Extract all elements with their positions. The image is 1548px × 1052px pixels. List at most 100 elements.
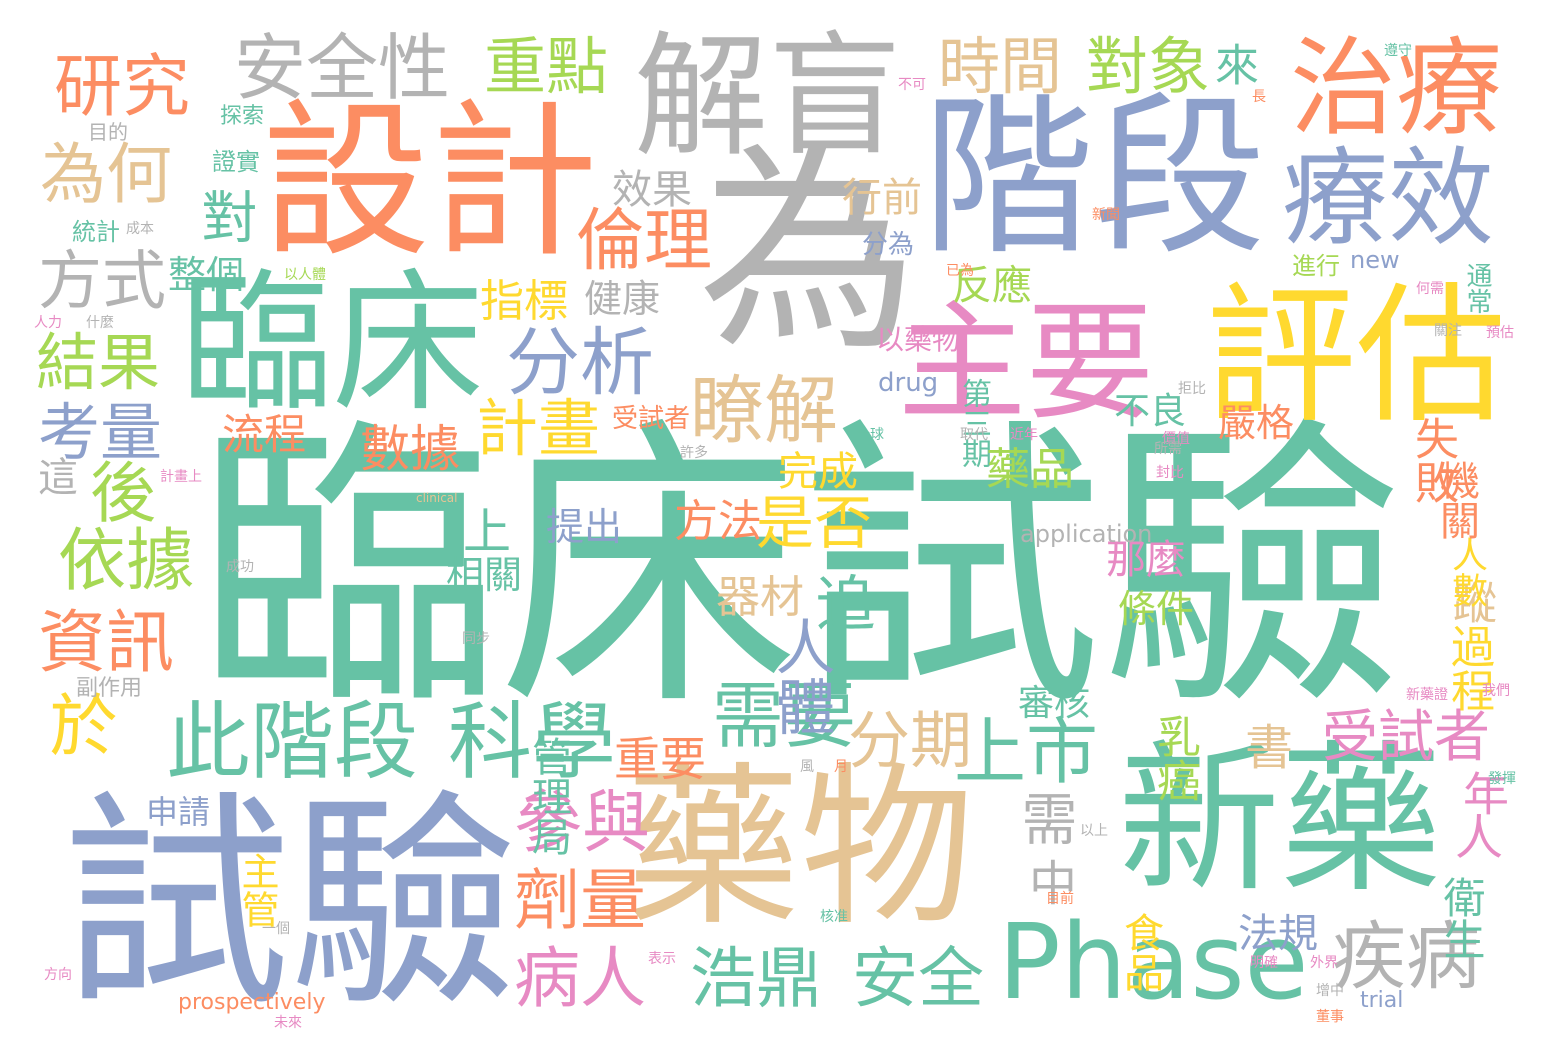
word-療效: 療效 bbox=[1282, 137, 1494, 260]
word-相關: 相關 bbox=[446, 553, 523, 597]
word-new: new bbox=[1350, 246, 1400, 274]
word-人數: application bbox=[1020, 520, 1153, 548]
word-新聞: 封比 bbox=[1156, 465, 1184, 481]
word-重點: 重點 bbox=[484, 30, 609, 103]
word-發揮: 明確 bbox=[1250, 955, 1278, 971]
word-trial: prospectively bbox=[178, 990, 326, 1015]
word-cloud: 臨床試驗 試驗 藥物 新藥 為 階段 設計 臨床 解盲 主要 評估 Phase … bbox=[0, 0, 1548, 1052]
word-指標: 指標 bbox=[480, 276, 568, 327]
word-條件: 條件 bbox=[1118, 587, 1195, 631]
word-蹤: 人數 bbox=[1446, 536, 1487, 608]
word-結果: 結果 bbox=[36, 326, 161, 399]
word-安全: 安全 bbox=[852, 940, 984, 1017]
word-於: 後 bbox=[79, 458, 156, 524]
word-藥品: 藥品 bbox=[986, 444, 1074, 495]
word-審核: 審核 bbox=[1018, 683, 1091, 724]
word-瞭解: 瞭解 bbox=[690, 368, 838, 454]
word-劑量: 劑量 bbox=[514, 862, 646, 939]
word-成本: 核准 bbox=[820, 909, 848, 925]
word-方法: 方法 bbox=[674, 496, 762, 547]
word-何需: 已為 bbox=[946, 263, 974, 279]
word-失敗: 失敗 bbox=[1407, 416, 1458, 504]
word-prospectively: clinical bbox=[416, 491, 458, 505]
word-數據: 數據 bbox=[360, 420, 460, 478]
word-來: 上 bbox=[454, 506, 510, 554]
word-完成: 完成 bbox=[778, 449, 858, 495]
word-目前: 以上 bbox=[1080, 823, 1108, 839]
word-考量: 考量 bbox=[38, 396, 163, 469]
word-成功: 取代 bbox=[960, 427, 988, 443]
word-整個: 整個 bbox=[168, 253, 245, 297]
word-進行: 進行 bbox=[1292, 252, 1340, 280]
word-食品: 食品 bbox=[1117, 912, 1163, 992]
word-目的: 目的 bbox=[88, 120, 128, 144]
word-近年: 全球 bbox=[856, 427, 884, 443]
word-不可: 關注 bbox=[1434, 323, 1462, 339]
word-設計: 設計 bbox=[262, 84, 598, 280]
word-一個: 風 bbox=[800, 759, 814, 775]
word-乳癌: 乳癌 bbox=[1149, 714, 1200, 802]
word-月: 方向 bbox=[44, 967, 72, 983]
word-倫理: 倫理 bbox=[576, 202, 713, 281]
word-提出: 提出 bbox=[546, 505, 623, 549]
word-遵守: 不可 bbox=[898, 77, 926, 93]
word-器材: 器材 bbox=[716, 572, 804, 623]
word-解盲: 解盲 bbox=[634, 19, 903, 175]
word-外界: 董事 bbox=[1316, 1009, 1344, 1025]
word-管理局: 管理局 bbox=[525, 736, 571, 856]
word-董事: 增中 bbox=[1316, 983, 1344, 999]
word-資訊: 資訊 bbox=[38, 604, 175, 683]
word-對象: 對象 bbox=[1086, 30, 1211, 103]
word-階段: 階段 bbox=[922, 77, 1266, 278]
word-後: 對 bbox=[192, 188, 257, 244]
word-時間: 時間 bbox=[938, 30, 1063, 103]
word-方式: 方式 bbox=[38, 245, 166, 319]
word-增中: 一個 bbox=[262, 921, 290, 937]
word-第三期: 第三期 bbox=[956, 378, 991, 468]
word-全球: 許多 bbox=[680, 445, 708, 461]
word-上市: 上市 bbox=[954, 710, 1099, 794]
word-已為: 新聞 bbox=[1092, 207, 1120, 223]
word-長: 遵守 bbox=[1384, 43, 1412, 59]
word-人體: 人體 bbox=[765, 616, 835, 736]
word-受試者-small: 受試者 bbox=[612, 404, 691, 434]
word-副作用: 副作用 bbox=[76, 676, 143, 701]
word-病人: 病人 bbox=[514, 940, 646, 1017]
word-新藥證: 未來 bbox=[274, 1015, 302, 1031]
word-探索: 探索 bbox=[220, 104, 265, 129]
word-健康: 健康 bbox=[584, 277, 661, 321]
word-追: 這 bbox=[31, 456, 77, 496]
word-嚴格: 嚴格 bbox=[1218, 401, 1295, 445]
word-計畫上: 以人體 bbox=[284, 267, 326, 283]
word-分期: 分期 bbox=[848, 704, 973, 777]
word-浩鼎: 浩鼎 bbox=[690, 940, 822, 1017]
word-什麼: 長 bbox=[1252, 89, 1266, 105]
word-上: 追 bbox=[805, 572, 875, 632]
word-風: 月 bbox=[834, 759, 848, 775]
word-不良: 不良 bbox=[1114, 391, 1187, 432]
word-通常: 通常 bbox=[1462, 262, 1492, 314]
word-依據: 依據 bbox=[58, 522, 195, 601]
word-clinical: 成功 bbox=[226, 559, 254, 575]
word-中: 需 bbox=[1012, 790, 1077, 846]
word-預估: 拒比 bbox=[1178, 381, 1206, 397]
word-試驗: 試驗 bbox=[62, 771, 518, 1037]
word-以藥物: 以藥物 bbox=[876, 323, 961, 356]
word-研究: 研究 bbox=[54, 48, 191, 127]
word-藥物: 藥物 bbox=[626, 747, 975, 950]
word-drug: drug bbox=[878, 368, 939, 398]
word-所需: 我們 bbox=[1482, 683, 1510, 699]
word-以人體: 成本 bbox=[126, 221, 154, 237]
word-主管: 主管 bbox=[235, 852, 279, 928]
word-表示: 人力 bbox=[34, 315, 62, 331]
word-安全性: 安全性 bbox=[234, 26, 451, 110]
word-對: 來 bbox=[1207, 42, 1258, 86]
word-明確: 同步 bbox=[462, 631, 490, 647]
word-計畫: 計畫 bbox=[476, 392, 601, 465]
word-方向: 表示 bbox=[648, 951, 676, 967]
word-為何: 為何 bbox=[40, 136, 172, 213]
word-效果: 效果 bbox=[612, 167, 692, 213]
word-關注: 預估 bbox=[1486, 325, 1514, 341]
word-衛生: 衛生 bbox=[1437, 876, 1486, 960]
word-受試者: 受試者 bbox=[1322, 705, 1490, 770]
